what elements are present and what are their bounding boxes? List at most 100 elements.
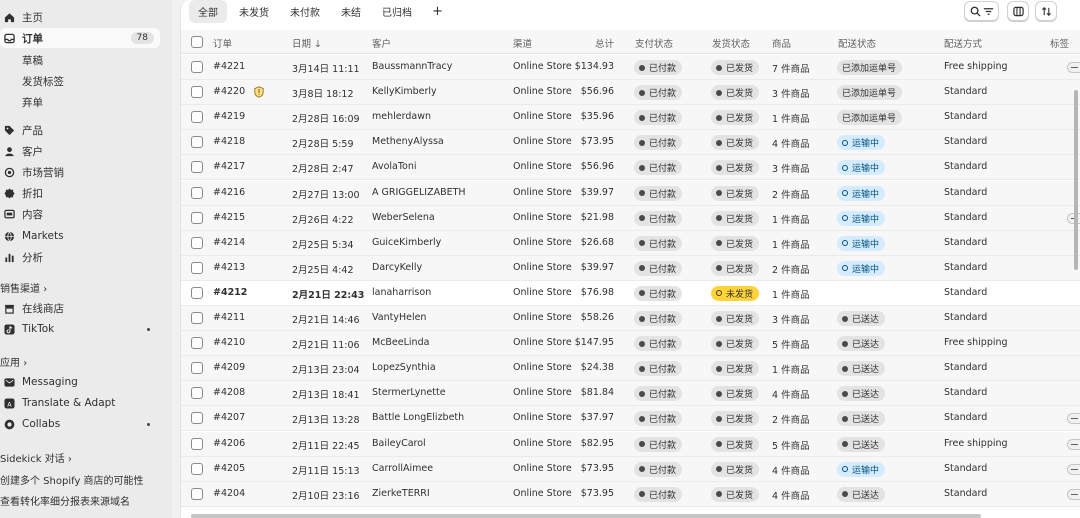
row-checkbox[interactable] [191, 161, 203, 174]
table-row[interactable]: #4218 2月28日 5:59 MethenyAlyssa Online Store… [181, 130, 1080, 156]
order-number[interactable]: #4221 [213, 61, 245, 72]
item-count[interactable]: 5 件商品 [772, 337, 810, 351]
sidebar-item-abandoned[interactable]: 弃单 [22, 95, 43, 110]
order-number[interactable]: #4207 [213, 412, 245, 423]
order-number[interactable]: #4220 [213, 86, 245, 97]
table-row[interactable]: #4211 2月21日 14:46 VantyHelen Online Store $5… [181, 306, 1080, 331]
item-count[interactable]: 4 件商品 [772, 488, 810, 502]
sidekick-conversation[interactable]: 创建多个 Shopify 商店的可能性 [0, 472, 144, 487]
item-count[interactable]: 4 件商品 [772, 463, 810, 477]
item-count[interactable]: 7 件商品 [772, 61, 810, 75]
row-checkbox[interactable] [191, 487, 203, 500]
tab-unfulfilled[interactable]: 未发货 [230, 0, 278, 23]
sidebar-item-messaging[interactable]: Messaging [0, 372, 160, 392]
apps-header[interactable]: 应用 › [0, 354, 27, 369]
sidebar-item-discounts[interactable]: 折扣 [0, 183, 160, 203]
table-row[interactable]: #4219 2月28日 16:09 mehlerdawn Online Store $3… [181, 105, 1080, 131]
item-count[interactable]: 5 件商品 [772, 438, 810, 452]
column-order[interactable]: 订单 [213, 36, 232, 50]
column-delivery-status[interactable]: 配送状态 [838, 36, 876, 50]
item-count[interactable]: 1 件商品 [772, 287, 810, 301]
item-count[interactable]: 3 件商品 [772, 161, 810, 175]
table-row[interactable]: #4204 2月10日 23:16 ZierkeTERRI Online Store $… [181, 481, 1080, 507]
sidebar-item-products[interactable]: 产品 [0, 120, 160, 140]
table-row[interactable]: #4217 2月28日 2:47 AvolaToni Online Store $56.… [181, 155, 1080, 181]
sidebar-item-online-store[interactable]: 在线商店 [0, 298, 160, 318]
row-checkbox[interactable] [191, 362, 203, 375]
table-row[interactable]: #4214 2月25日 5:34 GuiceKimberly Online Store… [181, 230, 1080, 256]
table-row[interactable]: #4220 3月8日 18:12 KellyKimberly Online Store… [181, 80, 1080, 106]
item-count[interactable]: 1 件商品 [772, 362, 810, 376]
item-count[interactable]: 2 件商品 [772, 412, 810, 426]
row-checkbox[interactable] [191, 462, 203, 475]
column-customer[interactable]: 客户 [372, 36, 391, 50]
column-channel[interactable]: 渠道 [513, 36, 532, 50]
column-date[interactable]: 日期 ↓ [292, 36, 322, 50]
table-row[interactable]: #4206 2月11日 22:45 BaileyCarol Online Store $… [181, 431, 1080, 457]
column-tags[interactable]: 标签 [1050, 36, 1069, 50]
sidebar-item-shipping-labels[interactable]: 发货标签 [22, 74, 64, 89]
table-row[interactable]: #4207 2月13日 13:28 Battle LongElizbeth Onlin… [181, 406, 1080, 432]
table-row[interactable]: #4205 2月11日 15:13 CarrollAimee Online Store… [181, 456, 1080, 482]
order-number[interactable]: #4217 [213, 161, 245, 172]
order-number[interactable]: #4206 [213, 438, 245, 449]
table-row[interactable]: #4213 2月25日 4:42 DarcyKelly Online Store $39… [181, 255, 1080, 281]
row-checkbox[interactable] [191, 186, 203, 199]
table-row[interactable]: #4209 2月13日 23:04 LopezSynthia Online Store… [181, 356, 1080, 382]
order-number[interactable]: #4214 [213, 237, 245, 248]
tab-archived[interactable]: 已归档 [373, 0, 421, 23]
sidebar-item-marketing[interactable]: 市场营销 [0, 162, 160, 182]
column-fulfillment-status[interactable]: 发货状态 [712, 36, 750, 50]
sidebar-item-customers[interactable]: 客户 [0, 141, 160, 161]
row-checkbox[interactable] [191, 286, 203, 299]
column-items[interactable]: 商品 [772, 36, 791, 50]
item-count[interactable]: 4 件商品 [772, 387, 810, 401]
tab-all[interactable]: 全部 [189, 0, 227, 23]
row-checkbox[interactable] [191, 136, 203, 149]
table-row[interactable]: #4216 2月27日 13:00 A GRIGGELIZABETH Online S… [181, 180, 1080, 206]
table-row[interactable]: #4221 3月14日 11:11 BaussmannTracy Online Sto… [181, 55, 1080, 80]
order-number[interactable]: #4216 [213, 187, 245, 198]
sidebar-item-translate[interactable]: A Translate & Adapt [0, 393, 160, 413]
sidebar-item-collabs[interactable]: Collabs [0, 414, 160, 434]
order-number[interactable]: #4215 [213, 212, 245, 223]
tab-unpaid[interactable]: 未付款 [281, 0, 329, 23]
search-filter-button[interactable] [964, 1, 999, 21]
column-payment-status[interactable]: 支付状态 [635, 36, 673, 50]
sales-channels-header[interactable]: 销售渠道 › [0, 280, 47, 295]
sidebar-item-markets[interactable]: Markets [0, 226, 160, 246]
row-checkbox[interactable] [191, 61, 203, 73]
item-count[interactable]: 1 件商品 [772, 237, 810, 251]
item-count[interactable]: 3 件商品 [772, 312, 810, 326]
table-row[interactable]: #4210 2月21日 11:06 McBeeLinda Online Store $1… [181, 331, 1080, 357]
order-number[interactable]: #4204 [213, 488, 245, 499]
item-count[interactable]: 1 件商品 [772, 212, 810, 226]
row-checkbox[interactable] [191, 236, 203, 249]
sidebar-item-drafts[interactable]: 草稿 [22, 53, 43, 68]
item-count[interactable]: 4 件商品 [772, 136, 810, 150]
sidekick-header[interactable]: Sidekick 对话 › [0, 450, 72, 465]
row-checkbox[interactable] [191, 337, 203, 350]
order-number[interactable]: #4208 [213, 387, 245, 398]
add-view-button[interactable]: + [424, 4, 451, 19]
sidebar-item-tiktok[interactable]: TikTok [0, 319, 160, 339]
sidekick-conversation[interactable]: 查看转化率细分报表来源域名 [0, 493, 130, 508]
row-checkbox[interactable] [191, 261, 203, 274]
sidebar-item-content[interactable]: 内容 [0, 204, 160, 224]
row-checkbox[interactable] [191, 437, 203, 450]
row-checkbox[interactable] [191, 412, 203, 425]
item-count[interactable]: 2 件商品 [772, 262, 810, 276]
order-number[interactable]: #4219 [213, 111, 245, 122]
table-row[interactable]: #4212 2月21日 22:43 lanaharrison Online Store… [181, 280, 1080, 306]
horizontal-scrollbar[interactable] [191, 514, 981, 518]
columns-button[interactable] [1007, 1, 1029, 21]
tab-open[interactable]: 未结 [332, 0, 370, 23]
row-checkbox[interactable] [191, 111, 203, 124]
order-number[interactable]: #4205 [213, 463, 245, 474]
row-checkbox[interactable] [191, 211, 203, 224]
row-checkbox[interactable] [191, 387, 203, 400]
order-number[interactable]: #4211 [213, 312, 245, 323]
sort-button[interactable] [1035, 1, 1057, 21]
item-count[interactable]: 2 件商品 [772, 187, 810, 201]
order-number[interactable]: #4209 [213, 362, 245, 373]
